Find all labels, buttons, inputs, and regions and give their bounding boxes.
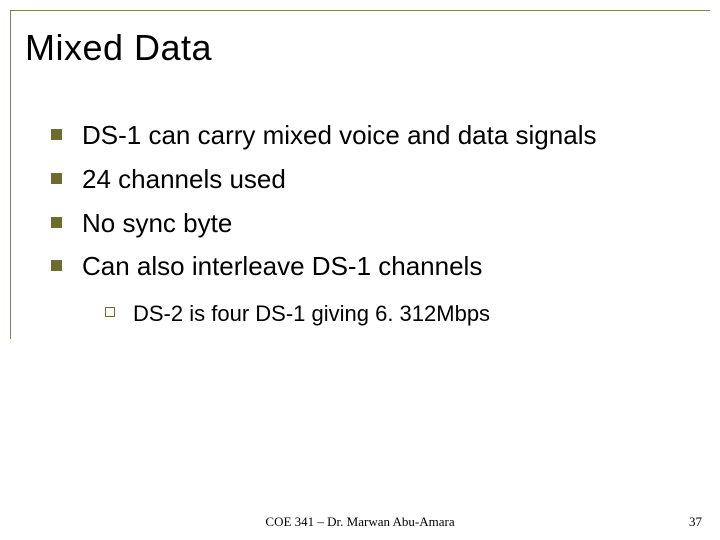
footer-author: COE 341 – Dr. Marwan Abu-Amara (0, 514, 720, 530)
bullet-item: Can also interleave DS-1 channels (51, 250, 680, 284)
square-bullet-icon (51, 217, 62, 228)
bullet-item: No sync byte (51, 207, 680, 241)
sub-bullet-item: DS-2 is four DS-1 giving 6. 312Mbps (105, 300, 680, 329)
bullet-text: No sync byte (82, 207, 232, 241)
slide-frame: Mixed Data DS-1 can carry mixed voice an… (10, 10, 710, 339)
bullet-text: DS-1 can carry mixed voice and data sign… (82, 119, 596, 153)
bullet-item: 24 channels used (51, 163, 680, 197)
hollow-square-bullet-icon (105, 307, 115, 317)
bullet-item: DS-1 can carry mixed voice and data sign… (51, 119, 680, 153)
square-bullet-icon (51, 173, 62, 184)
square-bullet-icon (51, 129, 62, 140)
page-number: 37 (689, 514, 702, 530)
slide-content: DS-1 can carry mixed voice and data sign… (11, 89, 710, 329)
bullet-text: Can also interleave DS-1 channels (82, 250, 482, 284)
square-bullet-icon (51, 260, 62, 271)
sub-bullet-text: DS-2 is four DS-1 giving 6. 312Mbps (133, 300, 490, 329)
slide-title: Mixed Data (11, 11, 710, 89)
bullet-text: 24 channels used (82, 163, 286, 197)
